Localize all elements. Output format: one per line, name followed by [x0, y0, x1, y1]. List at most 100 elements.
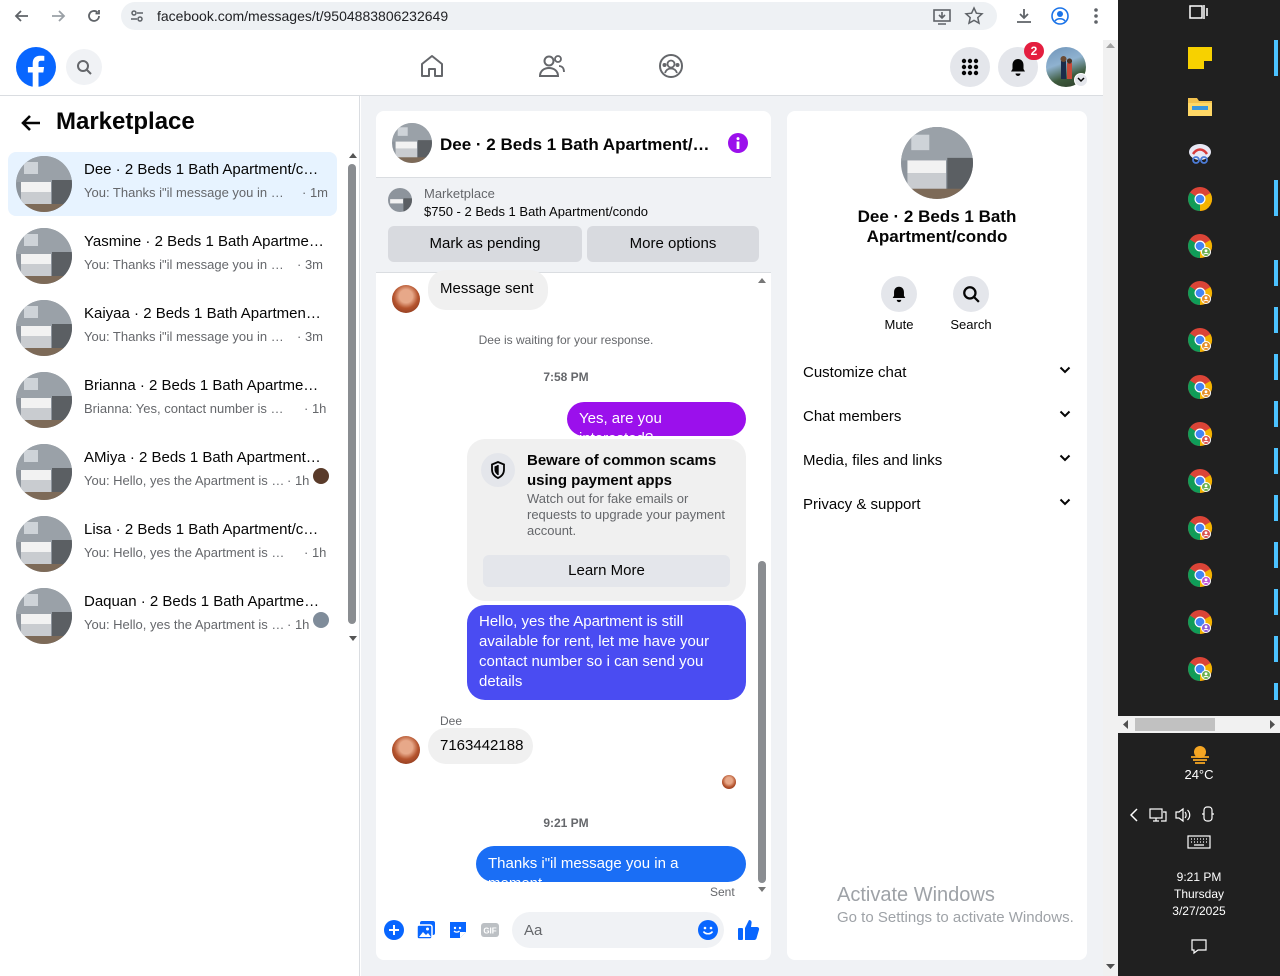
- mark-as-pending-button[interactable]: Mark as pending: [388, 226, 582, 262]
- section-media-files-links[interactable]: Media, files and links: [803, 452, 1071, 474]
- message-input[interactable]: Aa: [512, 912, 724, 948]
- facebook-logo[interactable]: [16, 47, 56, 87]
- scroll-down-arrow[interactable]: [349, 634, 357, 644]
- sticky-notes-icon[interactable]: [1188, 47, 1212, 69]
- chrome-icon[interactable]: [1187, 374, 1213, 400]
- chrome-icon[interactable]: [1187, 233, 1213, 259]
- message-bubble-sent[interactable]: Yes, are you interested?: [567, 402, 746, 447]
- notification-center-icon[interactable]: [1190, 938, 1208, 956]
- url-text[interactable]: facebook.com/messages/t/9504883806232649: [157, 8, 448, 24]
- section-label: Media, files and links: [803, 452, 943, 469]
- search-icon[interactable]: [66, 49, 102, 85]
- install-app-icon[interactable]: [932, 6, 952, 26]
- chat-scroll-down-arrow[interactable]: [758, 885, 766, 893]
- message-bubble-received[interactable]: 7163442188: [428, 728, 533, 764]
- downloads-icon[interactable]: [1014, 6, 1034, 26]
- page-scrollbar[interactable]: [1103, 40, 1118, 976]
- hscroll-right-arrow[interactable]: [1268, 720, 1276, 729]
- clock-date[interactable]: 3/27/2025: [1158, 904, 1240, 918]
- reload-icon[interactable]: [82, 4, 106, 28]
- account-chevron-icon[interactable]: [1074, 73, 1088, 87]
- bookmark-star-icon[interactable]: [964, 6, 984, 26]
- chrome-icon[interactable]: [1187, 327, 1213, 353]
- site-settings-icon[interactable]: [129, 8, 145, 24]
- clock-time[interactable]: 9:21 PM: [1158, 870, 1240, 884]
- hscroll-thumb[interactable]: [1135, 718, 1215, 731]
- friends-icon[interactable]: [538, 53, 566, 79]
- chat-scroll-up-arrow[interactable]: [758, 277, 766, 285]
- conversation-item[interactable]: Lisa · 2 Beds 1 Bath Apartment/condo You:…: [8, 512, 337, 576]
- chrome-icon[interactable]: [1187, 186, 1213, 212]
- conversation-item[interactable]: Daquan · 2 Beds 1 Bath Apartment/condo Yo…: [8, 584, 337, 648]
- conversation-item[interactable]: Brianna · 2 Beds 1 Bath Apartment/condo B…: [8, 368, 337, 432]
- sticker-icon[interactable]: [448, 920, 468, 940]
- message-bubble-received[interactable]: Message sent: [428, 270, 548, 310]
- conversation-item[interactable]: Dee · 2 Beds 1 Bath Apartment/condo You: …: [8, 152, 337, 216]
- chrome-icon[interactable]: [1187, 609, 1213, 635]
- gif-icon[interactable]: GIF: [480, 920, 500, 940]
- network-icon[interactable]: [1149, 806, 1167, 824]
- message-bubble-sent[interactable]: Thanks i"il message you in a moment: [476, 846, 746, 892]
- active-indicator-group: [1274, 260, 1278, 700]
- back-arrow-icon[interactable]: [20, 113, 42, 133]
- mute-bell-icon[interactable]: [881, 276, 917, 312]
- section-customize-chat[interactable]: Customize chat: [803, 364, 1071, 386]
- snipping-tool-icon[interactable]: [1187, 140, 1213, 166]
- page-scroll-down-arrow[interactable]: [1106, 962, 1115, 970]
- home-icon[interactable]: [419, 53, 445, 79]
- back-arrow-icon[interactable]: [10, 4, 34, 28]
- chat-header-avatar[interactable]: [392, 123, 432, 163]
- mute-label[interactable]: Mute: [869, 317, 929, 332]
- conversation-scrollbar-thumb[interactable]: [348, 164, 356, 624]
- notification-badge: 2: [1024, 42, 1044, 60]
- search-label[interactable]: Search: [941, 317, 1001, 332]
- gallery-icon[interactable]: [416, 920, 436, 940]
- more-options-button[interactable]: More options: [587, 226, 759, 262]
- chrome-icon[interactable]: [1187, 515, 1213, 541]
- taskbar-hscroll[interactable]: [1118, 716, 1280, 733]
- listing-title[interactable]: $750 - 2 Beds 1 Bath Apartment/condo: [424, 204, 648, 219]
- plus-icon[interactable]: [384, 920, 404, 940]
- listing-thumbnail[interactable]: [388, 188, 412, 212]
- contact-avatar[interactable]: [392, 285, 420, 313]
- learn-more-button[interactable]: Learn More: [483, 555, 730, 587]
- clock-day[interactable]: Thursday: [1158, 887, 1240, 901]
- section-label: Customize chat: [803, 364, 907, 381]
- conversation-item[interactable]: AMiya · 2 Beds 1 Bath Apartment/condo You…: [8, 440, 337, 504]
- chrome-icon[interactable]: [1187, 562, 1213, 588]
- file-explorer-icon[interactable]: [1187, 95, 1213, 117]
- chat-scrollbar-thumb[interactable]: [758, 561, 766, 883]
- search-icon[interactable]: [953, 276, 989, 312]
- forward-arrow-icon[interactable]: [46, 4, 70, 28]
- chrome-icon[interactable]: [1187, 280, 1213, 306]
- weather-icon[interactable]: [1188, 742, 1212, 766]
- task-view-icon[interactable]: [1188, 3, 1208, 21]
- chat-info-avatar[interactable]: [901, 127, 973, 199]
- chat-header-title[interactable]: Dee · 2 Beds 1 Bath Apartment/condo: [440, 135, 715, 155]
- like-thumb-icon[interactable]: [737, 918, 761, 942]
- message-bubble-sent[interactable]: Hello, yes the Apartment is still availa…: [467, 605, 746, 700]
- page-scroll-up-arrow[interactable]: [1106, 42, 1115, 50]
- chrome-icon[interactable]: [1187, 468, 1213, 494]
- volume-icon[interactable]: [1174, 806, 1192, 824]
- hscroll-left-arrow[interactable]: [1122, 720, 1130, 729]
- info-icon[interactable]: [728, 133, 748, 153]
- section-chat-members[interactable]: Chat members: [803, 408, 1071, 430]
- menu-grid-icon[interactable]: [950, 47, 990, 87]
- keyboard-icon[interactable]: [1187, 835, 1211, 849]
- conversation-title: Yasmine · 2 Beds 1 Bath Apartment/condo: [84, 233, 324, 250]
- section-privacy-support[interactable]: Privacy & support: [803, 496, 1071, 518]
- profile-icon[interactable]: [1050, 6, 1070, 26]
- weather-temperature[interactable]: 24°C: [1158, 767, 1240, 782]
- kebab-menu-icon[interactable]: [1088, 6, 1104, 26]
- conversation-item[interactable]: Yasmine · 2 Beds 1 Bath Apartment/condo Y…: [8, 224, 337, 288]
- chevron-left-icon[interactable]: [1130, 808, 1138, 822]
- scroll-up-arrow[interactable]: [349, 152, 357, 162]
- pen-icon[interactable]: [1200, 806, 1216, 824]
- chrome-icon[interactable]: [1187, 421, 1213, 447]
- conversation-item[interactable]: Kaiyaa · 2 Beds 1 Bath Apartment/condo Yo…: [8, 296, 337, 360]
- chrome-icon[interactable]: [1187, 656, 1213, 682]
- groups-icon[interactable]: [658, 53, 684, 79]
- contact-avatar[interactable]: [392, 736, 420, 764]
- emoji-icon[interactable]: [698, 920, 718, 940]
